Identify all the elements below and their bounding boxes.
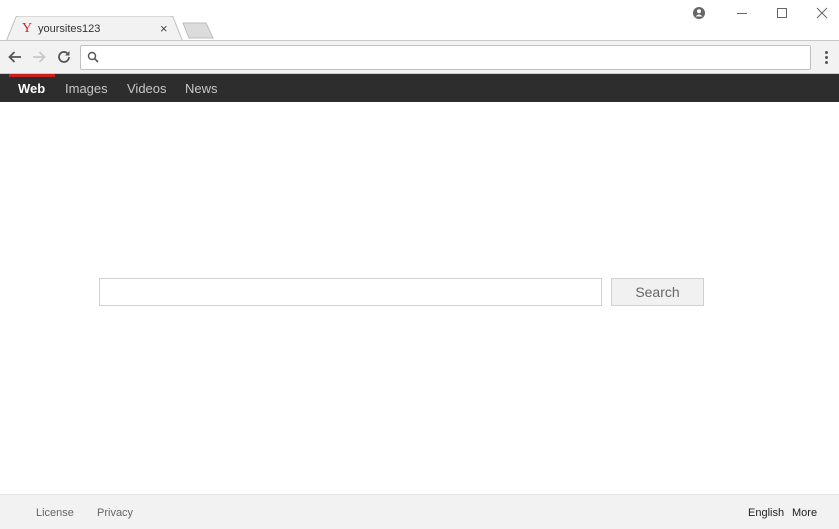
back-button[interactable]: [5, 47, 25, 67]
reload-button[interactable]: [54, 47, 74, 67]
new-tab-button[interactable]: [182, 22, 214, 39]
browser-toolbar: [0, 41, 839, 74]
tab-close-icon[interactable]: ×: [160, 21, 168, 36]
kebab-menu-icon[interactable]: [819, 49, 833, 67]
search-input[interactable]: [99, 278, 602, 306]
maximize-icon[interactable]: [768, 4, 796, 22]
nav-tab-images[interactable]: Images: [65, 81, 108, 96]
footer-link-more[interactable]: More: [792, 507, 817, 519]
nav-tab-videos[interactable]: Videos: [127, 81, 167, 96]
footer-link-license[interactable]: License: [36, 507, 74, 519]
arrow-right-icon: [33, 51, 46, 63]
address-bar[interactable]: [80, 45, 811, 70]
nav-tab-web[interactable]: Web: [18, 81, 45, 96]
title-bar: Y yoursites123 ×: [0, 0, 839, 42]
nav-tab-news[interactable]: News: [185, 81, 218, 96]
tab-title: yoursites123: [38, 23, 101, 35]
footer-link-privacy[interactable]: Privacy: [97, 507, 133, 519]
minimize-icon[interactable]: [728, 4, 756, 22]
search-icon: [87, 51, 99, 63]
footer: License Privacy English More: [0, 494, 839, 529]
active-tab-indicator: [9, 74, 55, 77]
favicon-icon: Y: [22, 21, 33, 36]
address-input[interactable]: [105, 48, 805, 67]
forward-button[interactable]: [29, 47, 49, 67]
close-icon[interactable]: [808, 4, 836, 22]
footer-link-language[interactable]: English: [748, 507, 784, 519]
search-button[interactable]: Search: [611, 278, 704, 306]
search-vertical-nav: Web Images Videos News: [0, 74, 839, 102]
profile-icon[interactable]: [685, 4, 713, 22]
browser-tab[interactable]: Y yoursites123 ×: [6, 16, 184, 42]
reload-icon: [58, 51, 70, 63]
arrow-left-icon: [8, 51, 21, 63]
